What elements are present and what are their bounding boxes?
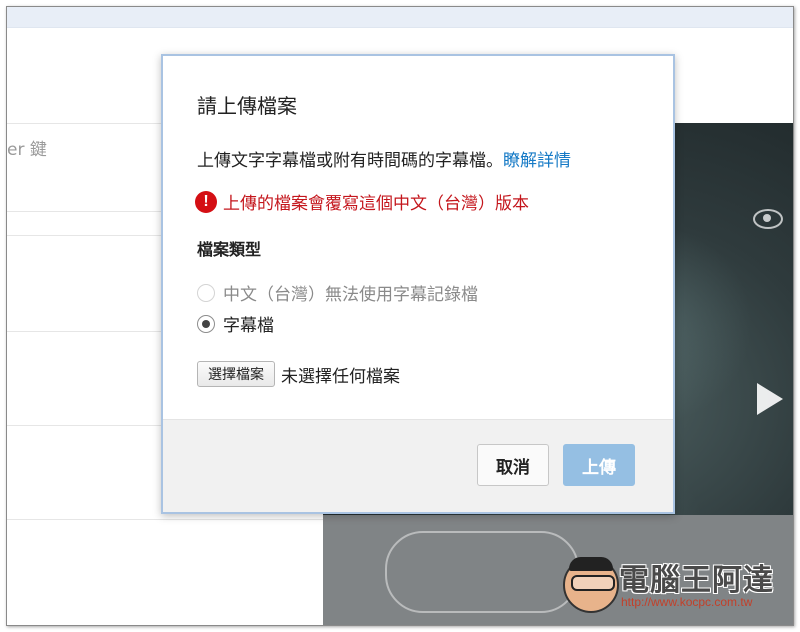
radio-label: 字幕檔 [223, 316, 274, 336]
file-type-label: 檔案類型 [197, 240, 262, 259]
file-status-text: 未選擇任何檔案 [281, 366, 400, 387]
dialog-title: 請上傳檔案 [197, 94, 297, 118]
radio-button-selected[interactable] [197, 314, 215, 333]
play-icon[interactable] [757, 383, 783, 415]
radio-option-transcript: 中文（台灣）無法使用字幕記錄檔 [197, 280, 478, 305]
watermark-title: 電腦王阿達 [619, 563, 774, 598]
alert-circle-icon: ! [195, 190, 217, 213]
upload-file-dialog: 請上傳檔案 上傳文字字幕檔或附有時間碼的字幕檔。瞭解詳情 ! 上傳的檔案會覆寫這… [161, 54, 675, 514]
file-chooser: 選擇檔案 未選擇任何檔案 [197, 361, 400, 387]
description-text: 上傳文字字幕檔或附有時間碼的字幕檔。 [197, 151, 503, 171]
overwrite-warning: ! 上傳的檔案會覆寫這個中文（台灣）版本 [195, 189, 529, 214]
background-hint-text: er 鍵 [7, 140, 47, 160]
top-bar [7, 7, 793, 28]
dialog-footer: 取消 上傳 [163, 419, 673, 512]
choose-file-button[interactable]: 選擇檔案 [197, 361, 275, 387]
controller-graphic [385, 531, 579, 613]
radio-label: 中文（台灣）無法使用字幕記錄檔 [223, 285, 478, 305]
eye-icon[interactable] [753, 209, 783, 229]
background-divider [7, 519, 323, 520]
warning-text: 上傳的檔案會覆寫這個中文（台灣）版本 [223, 194, 529, 214]
dialog-description: 上傳文字字幕檔或附有時間碼的字幕檔。瞭解詳情 [197, 146, 571, 171]
mascot-logo [563, 557, 619, 613]
cancel-button[interactable]: 取消 [477, 444, 549, 486]
radio-option-subtitle-file[interactable]: 字幕檔 [197, 311, 274, 336]
radio-button-disabled [197, 283, 215, 302]
learn-more-link[interactable]: 瞭解詳情 [503, 151, 571, 171]
watermark: 電腦王阿達 http://www.kocpc.com.tw [563, 555, 793, 615]
upload-button[interactable]: 上傳 [563, 444, 635, 486]
watermark-url: http://www.kocpc.com.tw [621, 595, 753, 609]
